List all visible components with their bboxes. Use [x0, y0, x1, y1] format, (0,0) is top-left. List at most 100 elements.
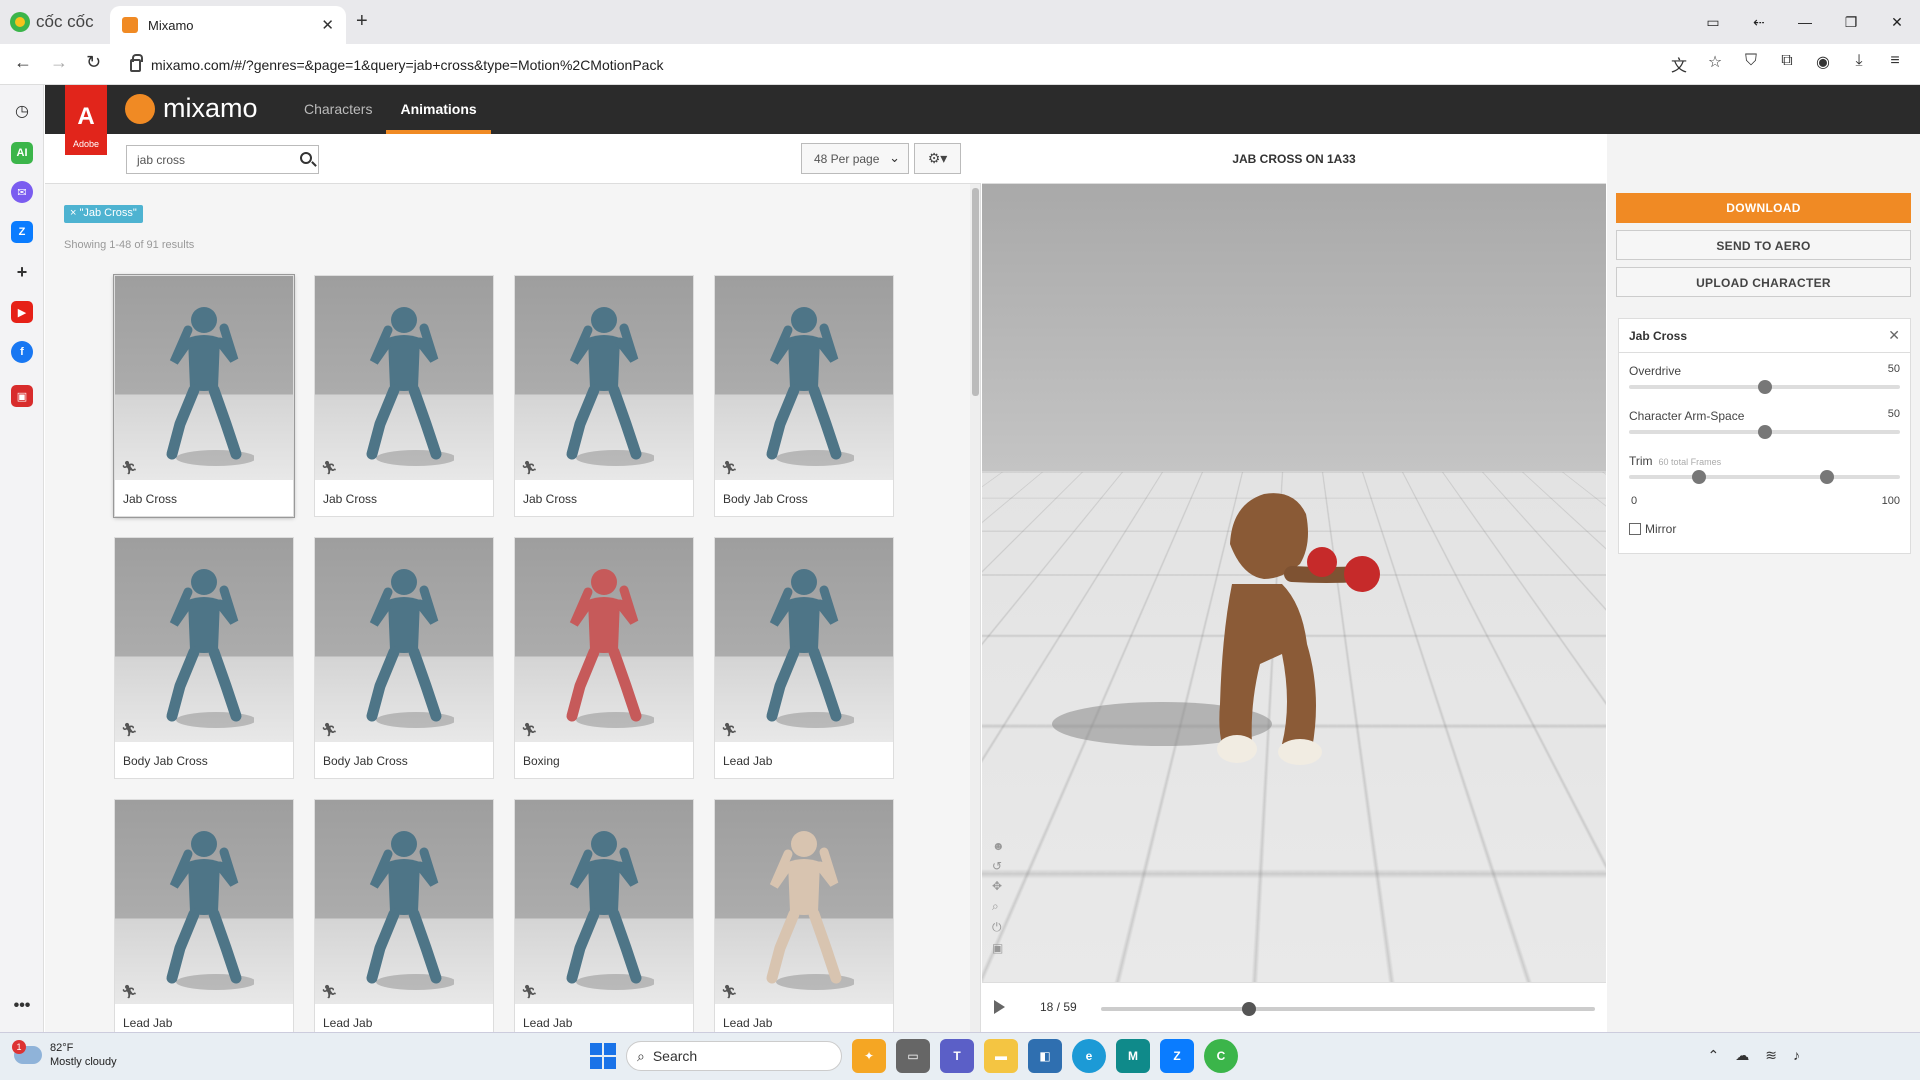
upload-character-button[interactable]: UPLOAD CHARACTER	[1616, 267, 1911, 297]
tab-animations[interactable]: Animations	[386, 85, 491, 134]
more-icon[interactable]: •••	[11, 995, 33, 1017]
animation-card[interactable]: 🏃︎ Boxing	[514, 537, 694, 779]
browser-tab[interactable]: Mixamo ✕	[110, 6, 346, 44]
list-scrollbar-thumb[interactable]	[972, 188, 979, 396]
menu-icon[interactable]: ≡	[1884, 52, 1906, 76]
animation-card[interactable]: 🏃︎ Body Jab Cross	[114, 537, 294, 779]
armspace-slider-knob[interactable]	[1758, 425, 1772, 439]
list-scrollbar[interactable]	[970, 184, 980, 1032]
viewer-stage[interactable]: ☻ ↺ ✥ ⌕ ⏻ ▣	[982, 184, 1606, 982]
ai-icon[interactable]: AI	[11, 142, 33, 164]
camera-icon[interactable]: ▣	[992, 941, 1005, 955]
animation-card[interactable]: 🏃︎ Body Jab Cross	[314, 537, 494, 779]
tab-characters[interactable]: Characters	[290, 85, 386, 134]
lock-icon[interactable]	[130, 53, 143, 72]
restore-button[interactable]: ❐	[1828, 0, 1874, 44]
overdrive-slider[interactable]	[1629, 380, 1900, 394]
animation-thumbnail[interactable]: 🏃︎	[715, 276, 893, 480]
armspace-slider[interactable]	[1629, 425, 1900, 439]
rotate-icon[interactable]: ↺	[992, 859, 1005, 873]
play-button[interactable]	[994, 1000, 1005, 1014]
profile-icon[interactable]: ◉	[1812, 52, 1834, 76]
tab-close-icon[interactable]: ✕	[321, 16, 334, 34]
zalo-icon[interactable]: Z	[11, 221, 33, 243]
animation-thumbnail[interactable]: 🏃︎	[315, 800, 493, 1004]
animation-card[interactable]: 🏃︎ Lead Jab	[714, 537, 894, 779]
animation-card[interactable]: 🏃︎ Jab Cross	[514, 275, 694, 517]
animation-thumbnail[interactable]: 🏃︎	[515, 800, 693, 1004]
coccoc-taskbar-icon[interactable]: C	[1204, 1039, 1238, 1073]
animation-card[interactable]: 🏃︎ Lead Jab	[314, 799, 494, 1041]
animation-thumbnail[interactable]: 🏃︎	[315, 538, 493, 742]
translate-icon[interactable]: 文	[1668, 52, 1690, 76]
send-to-aero-button[interactable]: SEND TO AERO	[1616, 230, 1911, 260]
shield-icon[interactable]: ⛉	[1740, 52, 1762, 76]
overdrive-slider-knob[interactable]	[1758, 380, 1772, 394]
teams-icon[interactable]: T	[940, 1039, 974, 1073]
reload-icon[interactable]: ↻	[86, 52, 101, 73]
animation-card[interactable]: 🏃︎ Lead Jab	[114, 799, 294, 1041]
search-input[interactable]: jab cross	[126, 145, 319, 174]
windows-start-icon[interactable]	[590, 1043, 616, 1069]
animation-thumbnail[interactable]: 🏃︎	[515, 538, 693, 742]
animation-thumbnail[interactable]: 🏃︎	[315, 276, 493, 480]
skeleton-icon[interactable]: ☻	[992, 839, 1005, 853]
reset-icon[interactable]: ⏻	[992, 920, 1005, 935]
new-tab-button[interactable]: +	[356, 10, 368, 33]
close-icon[interactable]: ✕	[1888, 327, 1900, 344]
mirror-checkbox[interactable]	[1629, 523, 1641, 535]
shopping-icon[interactable]: ▣	[11, 385, 33, 407]
animation-card[interactable]: 🏃︎ Jab Cross	[314, 275, 494, 517]
animation-card[interactable]: 🏃︎ Body Jab Cross	[714, 275, 894, 517]
forward-arrow-icon[interactable]: →	[50, 52, 68, 73]
animation-card[interactable]: 🏃︎ Jab Cross	[114, 275, 294, 517]
per-page-select[interactable]: 48 Per page ⌄	[801, 143, 909, 174]
animation-card[interactable]: 🏃︎ Lead Jab	[514, 799, 694, 1041]
messenger-icon[interactable]: ✉	[11, 181, 33, 203]
back-history-icon[interactable]: ⇠	[1736, 0, 1782, 44]
facebook-icon[interactable]: f	[11, 341, 33, 363]
zoom-icon[interactable]: ⌕	[992, 899, 1005, 914]
trim-slider[interactable]	[1629, 470, 1900, 484]
timeline-scrubber[interactable]	[1242, 1002, 1257, 1016]
youtube-icon[interactable]: ▶	[11, 301, 33, 323]
taskbar-search[interactable]: ⌕ Search	[626, 1041, 842, 1071]
back-arrow-icon[interactable]: ←	[14, 52, 32, 73]
screen-capture-icon[interactable]: ▭	[1690, 0, 1736, 44]
filter-chip[interactable]: × "Jab Cross"	[64, 205, 143, 223]
animation-thumbnail[interactable]: 🏃︎	[115, 800, 293, 1004]
animation-thumbnail[interactable]: 🏃︎	[715, 538, 893, 742]
history-icon[interactable]: ◷	[11, 100, 33, 122]
close-window-button[interactable]: ✕	[1874, 0, 1920, 44]
wifi-icon[interactable]: ≋	[1765, 1047, 1777, 1064]
zalo-taskbar-icon[interactable]: Z	[1160, 1039, 1194, 1073]
add-app-icon[interactable]: +	[11, 261, 33, 283]
trim-start-knob[interactable]	[1692, 470, 1706, 484]
bookmark-star-icon[interactable]: ☆	[1704, 52, 1726, 76]
adobe-logo[interactable]: A Adobe	[65, 85, 107, 155]
trim-end-knob[interactable]	[1820, 470, 1834, 484]
animation-thumbnail[interactable]: 🏃︎	[515, 276, 693, 480]
search-value[interactable]: jab cross	[137, 153, 185, 167]
extensions-icon[interactable]: ⧉	[1776, 52, 1798, 76]
copilot-icon[interactable]: ✦	[852, 1039, 886, 1073]
animation-thumbnail[interactable]: 🏃︎	[115, 276, 293, 480]
weather-widget[interactable]: 1 82°F Mostly cloudy	[12, 1040, 117, 1069]
edge-icon[interactable]: e	[1072, 1039, 1106, 1073]
downloads-icon[interactable]: ⤓	[1848, 52, 1870, 76]
animation-thumbnail[interactable]: 🏃︎	[115, 538, 293, 742]
file-explorer-icon[interactable]: ▬	[984, 1039, 1018, 1073]
search-icon[interactable]	[300, 152, 312, 164]
mirror-option[interactable]: Mirror	[1629, 522, 1676, 536]
mixamo-logo[interactable]: mixamo	[125, 93, 258, 124]
settings-gear-button[interactable]: ⚙▾	[914, 143, 961, 174]
url-text[interactable]: mixamo.com/#/?genres=&page=1&query=jab+c…	[151, 57, 663, 73]
volume-icon[interactable]: ♪	[1793, 1047, 1800, 1064]
chevron-up-icon[interactable]: ⌃	[1708, 1047, 1720, 1064]
pan-icon[interactable]: ✥	[992, 879, 1005, 893]
store-icon[interactable]: ◧	[1028, 1039, 1062, 1073]
animation-card[interactable]: 🏃︎ Lead Jab	[714, 799, 894, 1041]
task-view-icon[interactable]: ▭	[896, 1039, 930, 1073]
url-field[interactable]: mixamo.com/#/?genres=&page=1&query=jab+c…	[130, 52, 663, 78]
m-app-icon[interactable]: M	[1116, 1039, 1150, 1073]
